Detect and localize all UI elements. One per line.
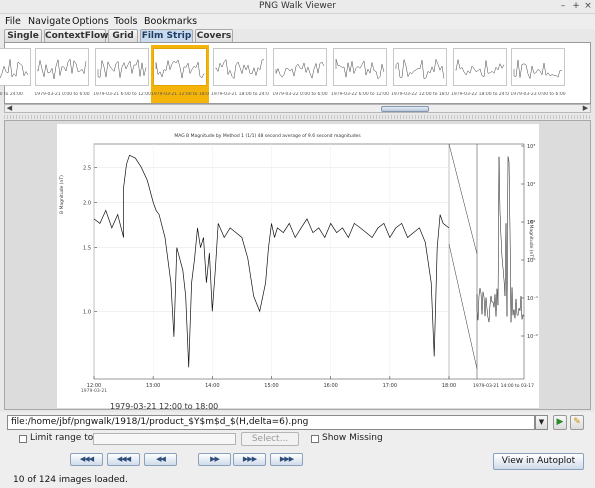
- film-strip-scrollbar[interactable]: ◀ ▶: [4, 104, 591, 113]
- page-back-button[interactable]: ◀◀◀: [107, 453, 140, 466]
- view-in-autoplot-button[interactable]: View in Autoplot: [493, 453, 584, 470]
- window-title: PNG Walk Viewer: [258, 1, 336, 11]
- x-tick-label: 17:00: [383, 383, 397, 389]
- x-tick-sublabel: 1979-03-21: [81, 388, 107, 394]
- menu-bookmarks[interactable]: Bookmarks: [144, 16, 197, 27]
- chart-title: MAG B Magnitude by Method 1 (1/1) 48 sec…: [174, 134, 361, 139]
- thumbnail-caption: 1979-03-21 12:00 to 18:00: [151, 92, 209, 97]
- url-template-field[interactable]: file:/home/jbf/pngwalk/1918/1/product_$Y…: [7, 415, 535, 430]
- thumbnail-caption: 1979-03-22 18:00 to 24:00: [451, 92, 509, 97]
- thumbnail[interactable]: 1979-03-22 18:00 to 24:00: [451, 45, 509, 103]
- thumbnail[interactable]: 1979-03-21 12:00 to 18:00: [151, 45, 209, 103]
- minimize-icon[interactable]: –: [557, 1, 569, 11]
- zoom-connector: [448, 143, 478, 255]
- thumbnail-caption: 1979-03-22 12:00 to 18:00: [391, 92, 449, 97]
- maximize-icon[interactable]: +: [570, 1, 582, 11]
- inset-y-tick-label: 10³: [527, 144, 535, 150]
- x-tick-label: 16:00: [323, 383, 337, 389]
- thumbnail[interactable]: ...18:00 to 24:00: [0, 45, 33, 103]
- prev-image-button[interactable]: ◀◀: [144, 453, 177, 466]
- thumbnail-plot: [153, 48, 207, 86]
- image-time-range: 1979-03-21 12:00 to 18:00: [110, 402, 219, 411]
- thumbnail-caption: 1979-03-23 0:00 to 6:00: [510, 92, 566, 97]
- thumbnail-caption: 1979-03-22 0:00 to 6:00: [272, 92, 328, 97]
- select-range-button[interactable]: Select...: [241, 432, 299, 446]
- thumbnail-caption: 1979-03-22 6:00 to 12:00: [331, 92, 389, 97]
- thumbnail-caption: 1979-03-21 0:00 to 6:00: [34, 92, 90, 97]
- image-viewer: 2.5 2.0 1.5 1.0 12:00 13:00 14:00 15:00 16:00 17:…: [4, 120, 591, 411]
- range-input[interactable]: [93, 433, 236, 445]
- bookmark-icon[interactable]: ✎: [570, 415, 584, 430]
- close-icon[interactable]: ×: [582, 1, 594, 11]
- scroll-left-icon[interactable]: ◀: [5, 104, 14, 112]
- scrollbar-thumb[interactable]: [381, 106, 429, 112]
- menu-file[interactable]: File: [5, 16, 21, 27]
- y-axis-label: B Magnitude (nT): [60, 175, 65, 214]
- window-titlebar: PNG Walk Viewer – + ×: [0, 0, 595, 14]
- tab-covers[interactable]: Covers: [195, 29, 233, 42]
- x-tick-label: 15:00: [264, 383, 278, 389]
- zoom-connector: [448, 243, 478, 370]
- thumbnail[interactable]: 1979-03-22 0:00 to 6:00: [271, 45, 329, 103]
- inset-x-label: 1979-03-21 14:00 to 03-17: [473, 383, 534, 389]
- tab-grid[interactable]: Grid: [108, 29, 138, 42]
- inset-frame: [476, 143, 525, 380]
- chart-canvas: 2.52.01.51.012:00 13:00 14:00 15:00 16:00 17:…: [81, 143, 538, 394]
- x-tick-label: 14:00: [205, 383, 219, 389]
- first-image-button[interactable]: ◀◀◀: [70, 453, 103, 466]
- thumbnail-plot: [453, 48, 507, 86]
- right-y-axis-label: B Magnitude (nT): [528, 220, 533, 259]
- thumbnail-caption: 1979-03-21 18:00 to 24:00: [211, 92, 269, 97]
- menu-tools[interactable]: Tools: [114, 16, 137, 27]
- menu-bar: File Navigate Options Tools Bookmarks: [0, 14, 595, 29]
- y-tick-label: 2.0: [83, 200, 91, 206]
- controls-panel: file:/home/jbf/pngwalk/1918/1/product_$Y…: [0, 412, 595, 488]
- tab-film-strip[interactable]: Film Strip: [140, 29, 193, 42]
- thumbnail-plot: [95, 48, 149, 86]
- inset-y-tick-label: 10²: [527, 182, 535, 188]
- thumbnail[interactable]: 1979-03-23 0:00 to 6:00: [509, 45, 567, 103]
- thumbnail-plot: [333, 48, 387, 86]
- scroll-right-icon[interactable]: ▶: [581, 104, 590, 112]
- page-forward-button[interactable]: ▶▶▶: [233, 453, 266, 466]
- thumbnail-caption: ...18:00 to 24:00: [0, 92, 23, 97]
- thumbnail[interactable]: 1979-03-22 6:00 to 12:00: [331, 45, 389, 103]
- chevron-down-icon[interactable]: ▼: [535, 415, 548, 430]
- x-tick-label: 13:00: [146, 383, 160, 389]
- film-strip: ...18:00 to 24:00 1979-03-21 0:00 to 6:00…: [0, 42, 591, 104]
- inset-y-tick-label: 10⁻²: [527, 334, 538, 340]
- status-text: 10 of 124 images loaded.: [13, 475, 128, 485]
- thumbnail-plot: [213, 48, 267, 86]
- split-pane-divider[interactable]: [4, 115, 591, 119]
- inset-y-tick-label: 10⁻¹: [527, 296, 538, 302]
- thumbnail-plot: [0, 48, 31, 86]
- menu-navigate[interactable]: Navigate: [28, 16, 71, 27]
- thumbnail-plot: [393, 48, 447, 86]
- limit-range-label: Limit range to:: [30, 433, 97, 443]
- thumbnail-plot: [511, 48, 565, 86]
- limit-range-checkbox[interactable]: [19, 435, 27, 443]
- y-tick-label: 1.5: [83, 246, 91, 252]
- y-tick-label: 1.0: [83, 309, 91, 315]
- thumbnail[interactable]: 1979-03-21 0:00 to 6:00: [33, 45, 91, 103]
- thumbnail[interactable]: 1979-03-21 18:00 to 24:00: [211, 45, 269, 103]
- main-plot-image[interactable]: 2.5 2.0 1.5 1.0 12:00 13:00 14:00 15:00 16:00 17:…: [57, 124, 539, 411]
- show-missing-label: Show Missing: [322, 433, 383, 443]
- thumbnail-caption: 1979-03-21 6:00 to 12:00: [93, 92, 151, 97]
- thumbnail-plot: [35, 48, 89, 86]
- next-image-button[interactable]: ▶▶: [198, 453, 231, 466]
- last-image-button[interactable]: ▶▶▶: [270, 453, 303, 466]
- inset-series-line: [476, 156, 525, 323]
- thumbnail[interactable]: 1979-03-22 12:00 to 18:00: [391, 45, 449, 103]
- thumbnail-plot: [273, 48, 327, 86]
- thumbnail[interactable]: 1979-03-21 6:00 to 12:00: [93, 45, 151, 103]
- tab-single[interactable]: Single: [4, 29, 42, 42]
- x-tick-label: 18:00: [442, 383, 456, 389]
- y-tick-label: 2.5: [83, 165, 91, 171]
- menu-options[interactable]: Options: [72, 16, 109, 27]
- play-icon[interactable]: ▶: [553, 415, 567, 430]
- show-missing-checkbox[interactable]: [311, 435, 319, 443]
- tab-contextflow[interactable]: ContextFlow: [44, 29, 108, 42]
